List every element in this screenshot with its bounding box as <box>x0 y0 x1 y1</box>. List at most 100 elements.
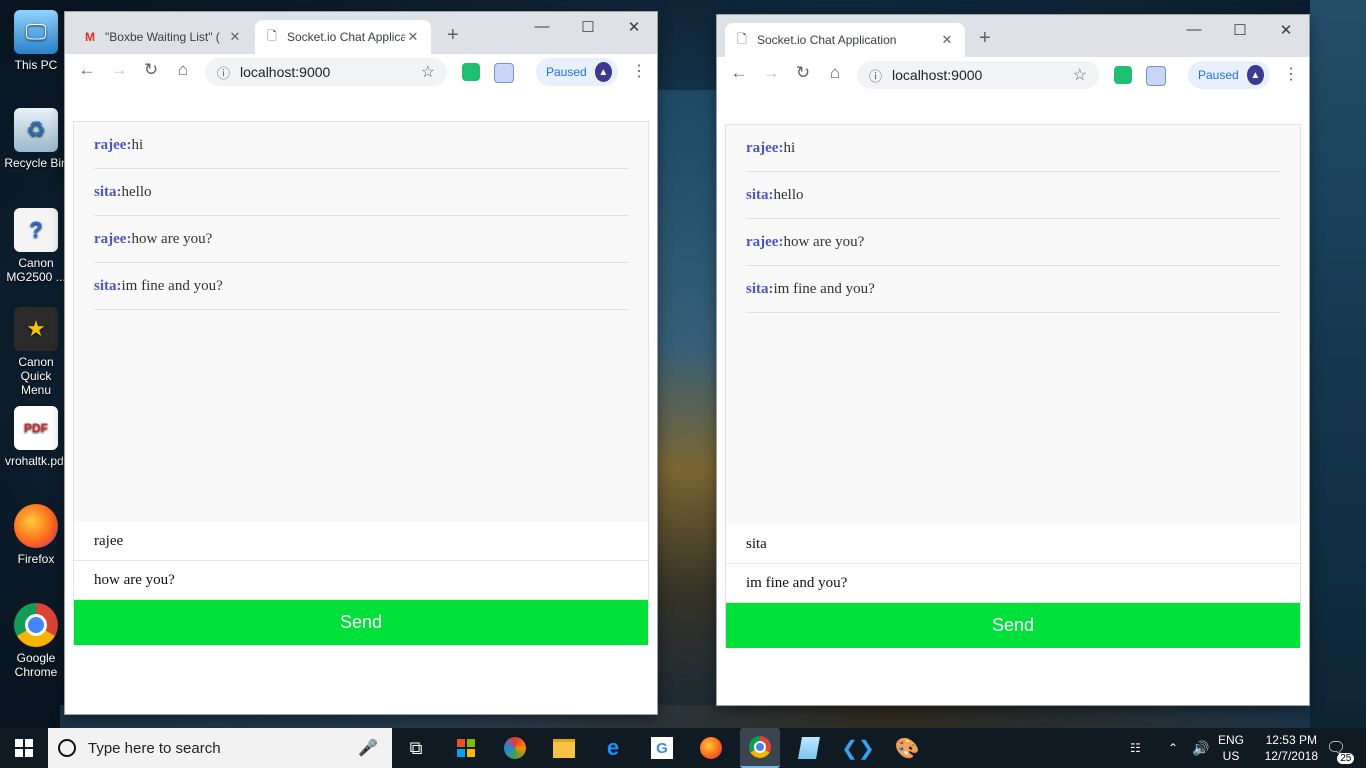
menu-dots-icon[interactable]: ⋮ <box>1283 64 1299 84</box>
tray-chevron-icon[interactable]: ⌃ <box>1168 728 1178 768</box>
notification-center-button[interactable]: 🗨 25 <box>1326 728 1355 768</box>
google-icon[interactable]: G <box>646 732 678 764</box>
forward-arrow-icon[interactable]: → <box>107 60 131 80</box>
desktop-icon-canon-mg2500[interactable]: ? Canon MG2500 ... <box>2 208 70 284</box>
back-arrow-icon[interactable]: ← <box>727 63 751 83</box>
firefox-icon[interactable] <box>695 732 727 764</box>
vscode-icon[interactable]: ❮❯ <box>841 732 875 764</box>
clock-date: 12/7/2018 <box>1264 749 1318 763</box>
chat-page: rajee: hi sita: hello rajee: how are you… <box>65 91 657 714</box>
search-placeholder: Type here to search <box>88 739 221 757</box>
desktop-icon-pdf[interactable]: PDF vrohaltk.pdf <box>2 406 70 468</box>
chat-container: rajee: hi sita: hello rajee: how are you… <box>73 121 649 645</box>
edge-icon[interactable]: e <box>597 732 629 764</box>
minimize-button[interactable]: — <box>527 18 557 35</box>
chat-container: rajee: hi sita: hello rajee: how are you… <box>725 124 1301 648</box>
close-tab-icon[interactable]: ✕ <box>227 29 243 45</box>
username-input[interactable]: rajee <box>74 522 648 561</box>
close-tab-icon[interactable]: ✕ <box>405 29 421 45</box>
microphone-icon[interactable]: 🎤 <box>358 738 378 758</box>
shield-extension-icon[interactable] <box>462 63 480 81</box>
maximize-button[interactable]: ☐ <box>1225 21 1255 39</box>
new-tab-button[interactable]: + <box>979 27 991 50</box>
message-username: rajee: <box>94 230 132 247</box>
chat-message: sita: im fine and you? <box>94 263 628 310</box>
desktop-icon-label: Firefox <box>17 552 55 566</box>
clock[interactable]: 12:53 PM 12/7/2018 <box>1265 732 1318 764</box>
notification-icon: 🗨 25 <box>1326 738 1355 764</box>
menu-dots-icon[interactable]: ⋮ <box>631 61 647 81</box>
browser-window-left[interactable]: M "Boxbe Waiting List" ( ✕ 🗋 Socket.io C… <box>65 12 657 714</box>
chrome-icon[interactable] <box>740 728 780 768</box>
message-text: im fine and you? <box>773 280 875 297</box>
browser-toolbar: ← → ↻ ⌂ ⓘ localhost:9000 ☆ Paused ▲ ⋮ <box>717 57 1309 95</box>
file-explorer-icon[interactable] <box>548 732 580 764</box>
minimize-button[interactable]: — <box>1179 21 1209 38</box>
browser-window-right[interactable]: 🗋 Socket.io Chat Application ✕ + — ☐ ✕ ←… <box>717 15 1309 705</box>
desktop-icon-label: Google <box>16 651 56 665</box>
help-document-icon: ? <box>14 208 58 252</box>
message-input[interactable]: im fine and you? <box>726 564 1300 603</box>
taskbar-search-box[interactable]: Type here to search 🎤 <box>48 728 392 768</box>
bookmark-star-icon[interactable]: ☆ <box>1073 65 1087 85</box>
tab-socket-chat[interactable]: 🗋 Socket.io Chat Application ✕ <box>725 23 965 57</box>
extension-icon[interactable] <box>494 63 514 83</box>
start-button[interactable] <box>0 728 48 768</box>
shield-extension-icon[interactable] <box>1114 66 1132 84</box>
forward-arrow-icon[interactable]: → <box>759 63 783 83</box>
tab-socket-chat[interactable]: 🗋 Socket.io Chat Applica ✕ <box>255 20 431 54</box>
desktop-icon-label: This PC <box>14 58 58 72</box>
message-username: sita: <box>746 280 774 297</box>
task-view-icon[interactable]: ⧉ <box>400 732 432 764</box>
chat-message: rajee: how are you? <box>94 216 628 263</box>
paint-icon[interactable]: 🎨 <box>891 732 923 764</box>
site-info-icon[interactable]: ⓘ <box>869 66 882 85</box>
bookmark-star-icon[interactable]: ☆ <box>421 62 435 82</box>
desktop-icon-chrome[interactable]: Google Chrome <box>2 603 70 679</box>
profile-button[interactable]: Paused ▲ <box>536 58 618 86</box>
message-username: sita: <box>746 186 774 203</box>
extension-icon[interactable] <box>1146 66 1166 86</box>
close-window-button[interactable]: ✕ <box>619 18 649 36</box>
desktop-icon-canon-quick-menu[interactable]: ★ Canon Quick Menu <box>2 307 70 397</box>
windows-logo-icon <box>15 739 33 757</box>
username-input[interactable]: sita <box>726 525 1300 564</box>
language-indicator[interactable]: ENG US <box>1217 732 1245 764</box>
profile-button[interactable]: Paused ▲ <box>1188 61 1270 89</box>
people-icon[interactable]: ☷ <box>1130 728 1141 768</box>
desktop-icon-firefox[interactable]: Firefox <box>2 504 70 566</box>
site-info-icon[interactable]: ⓘ <box>217 63 230 82</box>
desktop-icon-this-pc[interactable]: 🖵 This PC <box>2 10 70 72</box>
send-button[interactable]: Send <box>726 603 1300 648</box>
address-text: localhost:9000 <box>240 64 331 80</box>
desktop-icon-label: Menu <box>20 383 52 397</box>
address-bar[interactable]: ⓘ localhost:9000 ☆ <box>857 61 1099 89</box>
gmail-icon: M <box>85 30 95 44</box>
close-window-button[interactable]: ✕ <box>1271 21 1301 39</box>
keyboard-layout: US <box>1222 749 1240 763</box>
address-text: localhost:9000 <box>892 67 983 83</box>
message-text: how are you? <box>131 230 213 247</box>
recycle-bin-icon: ♻ <box>14 108 58 152</box>
reload-icon[interactable]: ↻ <box>139 60 163 80</box>
message-input[interactable]: how are you? <box>74 561 648 600</box>
close-tab-icon[interactable]: ✕ <box>939 32 955 48</box>
store-icon[interactable] <box>450 732 482 764</box>
reload-icon[interactable]: ↻ <box>791 63 815 83</box>
home-icon[interactable]: ⌂ <box>171 60 195 80</box>
home-icon[interactable]: ⌂ <box>823 63 847 83</box>
desktop-icon-recycle-bin[interactable]: ♻ Recycle Bin <box>2 108 70 170</box>
back-arrow-icon[interactable]: ← <box>75 60 99 80</box>
address-bar[interactable]: ⓘ localhost:9000 ☆ <box>205 58 447 86</box>
maximize-button[interactable]: ☐ <box>573 18 603 36</box>
app-icon[interactable] <box>499 732 531 764</box>
desktop-icon-label: Canon <box>18 256 54 270</box>
taskbar: Type here to search 🎤 ⧉ e G ❮❯ 🎨 ☷ ⌃ 🔊 E… <box>0 728 1366 768</box>
tab-boxbe[interactable]: M "Boxbe Waiting List" ( ✕ <box>73 20 253 54</box>
tab-strip: M "Boxbe Waiting List" ( ✕ 🗋 Socket.io C… <box>65 12 657 54</box>
new-tab-button[interactable]: + <box>447 24 459 47</box>
desktop-icon-label: MG2500 ... <box>6 270 66 284</box>
send-button[interactable]: Send <box>74 600 648 645</box>
volume-icon[interactable]: 🔊 <box>1192 728 1209 768</box>
notepad-icon[interactable] <box>793 732 825 764</box>
